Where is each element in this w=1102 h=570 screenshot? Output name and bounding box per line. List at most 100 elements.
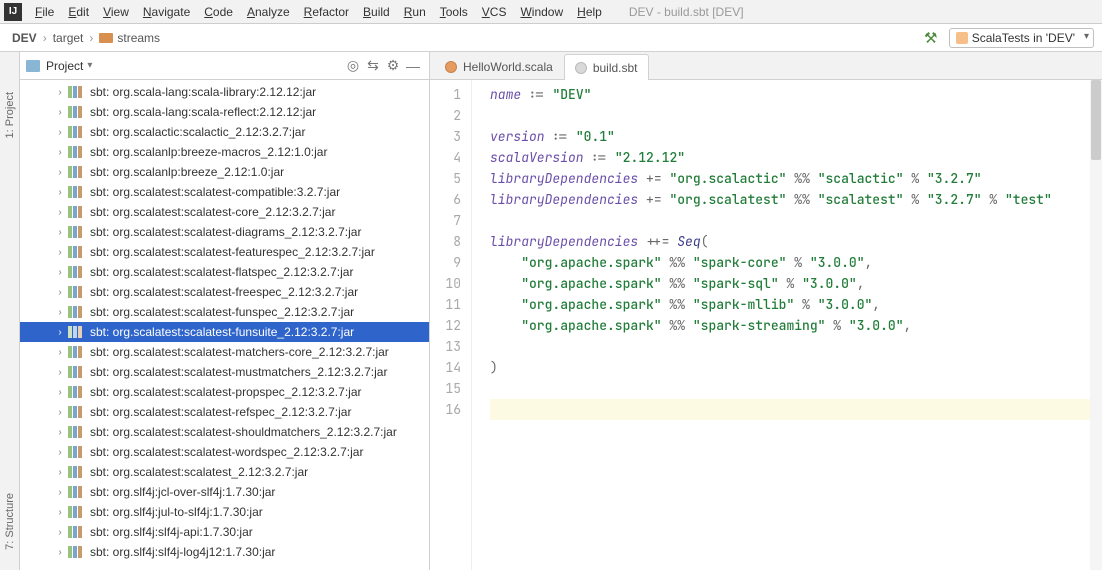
breadcrumb-item[interactable]: streams <box>95 29 164 47</box>
tree-item[interactable]: ›sbt: org.slf4j:slf4j-api:1.7.30:jar <box>20 522 429 542</box>
chevron-right-icon[interactable]: › <box>54 267 66 278</box>
tree-item[interactable]: ›sbt: org.scalatest:scalatest-diagrams_2… <box>20 222 429 242</box>
editor-pane: HelloWorld.scalabuild.sbt 12345678910111… <box>430 52 1102 570</box>
tree-item[interactable]: › sbt: org.scalatest:scalatest_2.12:3.2.7… <box>20 462 429 482</box>
menu-analyze[interactable]: Analyze <box>240 3 297 21</box>
scrollbar-thumb[interactable] <box>1091 80 1101 160</box>
library-icon <box>68 86 84 98</box>
menu-window[interactable]: Window <box>513 3 570 21</box>
gutter: 12345678910111213141516 <box>430 80 472 570</box>
tree-item[interactable]: ›sbt: org.scala-lang:scala-library:2.12.… <box>20 82 429 102</box>
chevron-right-icon[interactable]: › <box>54 127 66 138</box>
menu-tools[interactable]: Tools <box>433 3 475 21</box>
chevron-right-icon[interactable]: › <box>54 147 66 158</box>
tree-item[interactable]: ›sbt: org.scalatest:scalatest-propspec_2… <box>20 382 429 402</box>
tree-item[interactable]: ›sbt: org.slf4j:jul-to-slf4j:1.7.30:jar <box>20 502 429 522</box>
tree-item[interactable]: ›sbt: org.scalatest:scalatest-funsuite_2… <box>20 322 429 342</box>
tree-item[interactable]: ›sbt: org.scalatest:scalatest-core_2.12:… <box>20 202 429 222</box>
tree-item[interactable]: › sbt: org.scalatest:scalatest-refspec_2.… <box>20 402 429 422</box>
tree-item[interactable]: › sbt: org.slf4j:jcl-over-slf4j:1.7.30:ja… <box>20 482 429 502</box>
chevron-right-icon[interactable]: › <box>54 407 66 418</box>
chevron-right-icon: › <box>89 31 93 45</box>
gear-icon[interactable]: ⚙ <box>383 57 403 74</box>
chevron-right-icon[interactable]: › <box>54 467 66 478</box>
chevron-right-icon[interactable]: › <box>54 547 66 558</box>
line-number: 16 <box>430 399 461 420</box>
chevron-right-icon[interactable]: › <box>54 487 66 498</box>
menu-run[interactable]: Run <box>397 3 433 21</box>
chevron-right-icon[interactable]: › <box>54 187 66 198</box>
chevron-right-icon[interactable]: › <box>54 527 66 538</box>
tree-item[interactable]: ›sbt: org.scalanlp:breeze_2.12:1.0:jar <box>20 162 429 182</box>
chevron-right-icon[interactable]: › <box>54 327 66 338</box>
tree-item[interactable]: ›sbt: org.scalanlp:breeze-macros_2.12:1.… <box>20 142 429 162</box>
library-icon <box>68 306 84 318</box>
tree-item-label: sbt: org.scalatest:scalatest-flatspec_2.… <box>90 265 353 279</box>
tool-tab-project[interactable]: 1: Project <box>4 92 16 138</box>
chevron-right-icon[interactable]: › <box>54 287 66 298</box>
editor-tab[interactable]: HelloWorld.scala <box>434 53 564 79</box>
runconfig-icon <box>956 32 968 44</box>
tree-item[interactable]: ›sbt: org.scalatest:scalatest-compatible… <box>20 182 429 202</box>
line-number: 8 <box>430 231 461 252</box>
tree-item[interactable]: ›sbt: org.scalatest:scalatest-matchers-c… <box>20 342 429 362</box>
editor-scrollbar[interactable] <box>1090 80 1102 570</box>
chevron-right-icon[interactable]: › <box>54 347 66 358</box>
tree-item-label: sbt: org.scalatest:scalatest_2.12:3.2.7:… <box>90 465 308 479</box>
chevron-right-icon[interactable]: › <box>54 247 66 258</box>
menu-code[interactable]: Code <box>197 3 240 21</box>
chevron-right-icon[interactable]: › <box>54 307 66 318</box>
expand-all-icon[interactable]: ⇆ <box>363 57 383 74</box>
hide-icon[interactable]: — <box>403 58 423 74</box>
code-body[interactable]: name := "DEV" version := "0.1" scalaVers… <box>472 80 1102 570</box>
tree-item[interactable]: › sbt: org.scalatest:scalatest-flatspec_2… <box>20 262 429 282</box>
tree-item[interactable]: ›sbt: org.scalatest:scalatest-wordspec_2… <box>20 442 429 462</box>
chevron-right-icon[interactable]: › <box>54 367 66 378</box>
tree-item[interactable]: › sbt: org.scalatest:scalatest-featurespe… <box>20 242 429 262</box>
tree-item-label: sbt: org.slf4j:jcl-over-slf4j:1.7.30:jar <box>90 485 275 499</box>
editor-tab[interactable]: build.sbt <box>564 54 649 80</box>
locate-icon[interactable]: ◎ <box>343 57 363 74</box>
chevron-right-icon[interactable]: › <box>54 87 66 98</box>
menu-navigate[interactable]: Navigate <box>136 3 197 21</box>
menu-refactor[interactable]: Refactor <box>297 3 356 21</box>
menu-view[interactable]: View <box>96 3 136 21</box>
chevron-right-icon[interactable]: › <box>54 507 66 518</box>
tool-tab-structure[interactable]: 7: Structure <box>4 493 16 550</box>
library-icon <box>68 426 84 438</box>
run-config-select[interactable]: ScalaTests in 'DEV' <box>949 28 1094 48</box>
chevron-right-icon[interactable]: › <box>54 227 66 238</box>
chevron-right-icon[interactable]: › <box>54 107 66 118</box>
chevron-down-icon[interactable]: ▾ <box>87 60 92 71</box>
tree-item[interactable]: ›sbt: org.slf4j:slf4j-log4j12:1.7.30:jar <box>20 542 429 562</box>
project-tree[interactable]: ›sbt: org.scala-lang:scala-library:2.12.… <box>20 80 429 570</box>
chevron-right-icon[interactable]: › <box>54 167 66 178</box>
chevron-right-icon[interactable]: › <box>54 427 66 438</box>
library-icon <box>68 486 84 498</box>
breadcrumb-item[interactable]: target <box>49 29 88 47</box>
menu-file[interactable]: File <box>28 3 61 21</box>
menu-help[interactable]: Help <box>570 3 609 21</box>
tree-item-label: sbt: org.scalatest:scalatest-refspec_2.1… <box>90 405 351 419</box>
line-number: 14 <box>430 357 461 378</box>
menu-vcs[interactable]: VCS <box>475 3 514 21</box>
tree-item[interactable]: ›sbt: org.scala-lang:scala-reflect:2.12.… <box>20 102 429 122</box>
menu-edit[interactable]: Edit <box>61 3 96 21</box>
chevron-right-icon[interactable]: › <box>54 447 66 458</box>
breadcrumb-root[interactable]: DEV <box>8 29 41 47</box>
tree-item[interactable]: ›sbt: org.scalactic:scalactic_2.12:3.2.7… <box>20 122 429 142</box>
tree-item[interactable]: ›sbt: org.scalatest:scalatest-shouldmatc… <box>20 422 429 442</box>
chevron-right-icon[interactable]: › <box>54 387 66 398</box>
app-icon: IJ <box>4 3 22 21</box>
chevron-right-icon[interactable]: › <box>54 207 66 218</box>
library-icon <box>68 126 84 138</box>
project-icon <box>26 60 40 72</box>
tree-item[interactable]: ›sbt: org.scalatest:scalatest-freespec_2… <box>20 282 429 302</box>
tree-item[interactable]: ›sbt: org.scalatest:scalatest-mustmatche… <box>20 362 429 382</box>
sidebar-title[interactable]: Project <box>46 59 83 73</box>
menu-build[interactable]: Build <box>356 3 397 21</box>
build-button[interactable]: ⚒ <box>921 28 941 48</box>
tree-item[interactable]: ›sbt: org.scalatest:scalatest-funspec_2.… <box>20 302 429 322</box>
library-icon <box>68 526 84 538</box>
tree-item-label: sbt: org.scalatest:scalatest-featurespec… <box>90 245 375 259</box>
